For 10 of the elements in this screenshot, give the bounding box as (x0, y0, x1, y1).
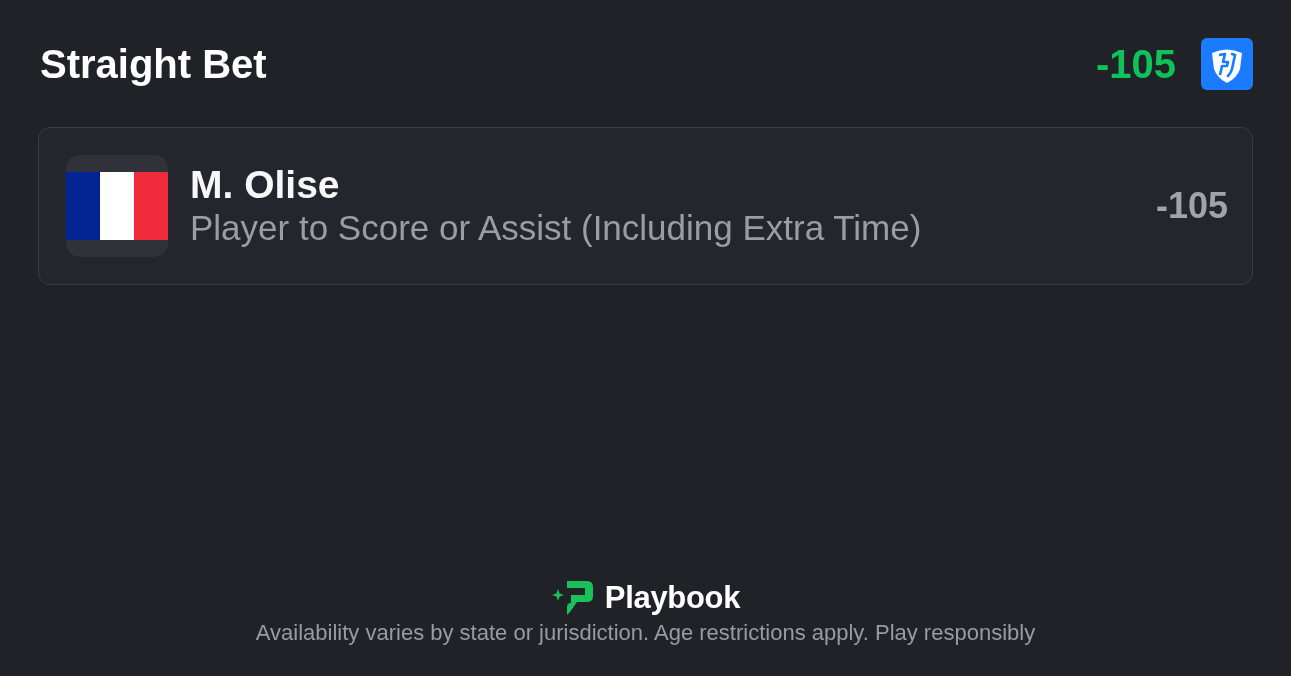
disclaimer-text: Availability varies by state or jurisdiction. Age restrictions apply. Play responsibly (255, 619, 1036, 646)
player-name: M. Olise (190, 163, 341, 207)
shield-logo-icon (1201, 38, 1253, 90)
page-title: Straight Bet (40, 42, 267, 86)
playbook-logo-icon (550, 580, 594, 616)
selection-odds: -105 (1155, 186, 1228, 226)
total-odds: -105 (1095, 42, 1176, 86)
brand-name: Playbook (604, 580, 741, 616)
market-label: Player to Score or Assist (Including Extra Time) (190, 207, 923, 249)
flag-icon (66, 155, 168, 257)
